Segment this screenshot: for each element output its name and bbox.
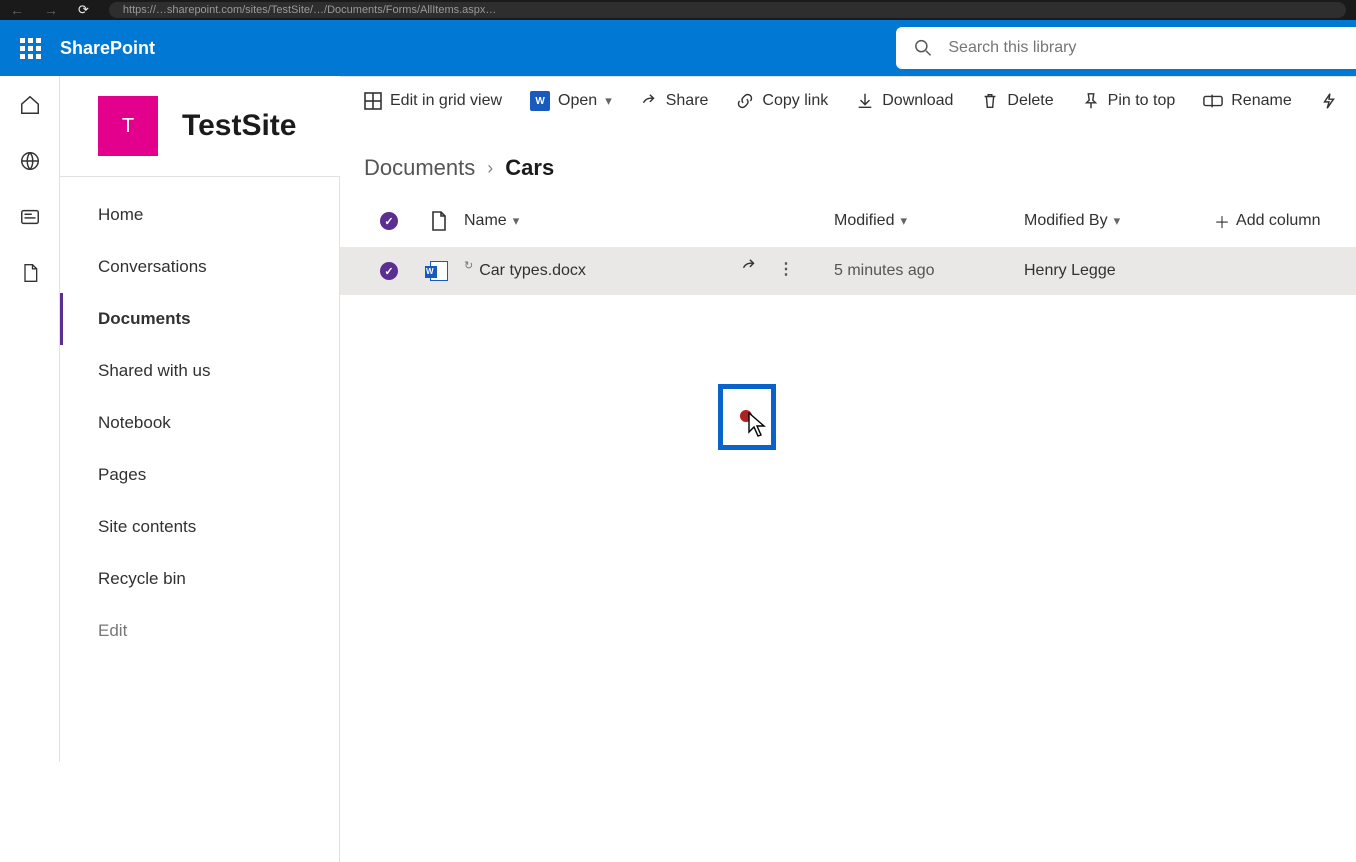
cmd-open[interactable]: W Open ▾ bbox=[530, 91, 612, 111]
plus-icon: ＋ bbox=[1214, 209, 1230, 233]
suite-header: SharePoint bbox=[0, 20, 1356, 76]
suite-title[interactable]: SharePoint bbox=[60, 38, 155, 59]
cmd-copy-link-label: Copy link bbox=[762, 92, 828, 110]
breadcrumb: Documents › Cars bbox=[340, 125, 1356, 195]
news-icon[interactable] bbox=[19, 206, 41, 228]
col-modified-by-label: Modified By bbox=[1024, 212, 1108, 230]
nav-documents[interactable]: Documents bbox=[60, 293, 339, 345]
cmd-open-label: Open bbox=[558, 92, 597, 110]
file-name[interactable]: Car types.docx bbox=[479, 262, 586, 280]
search-box[interactable] bbox=[896, 27, 1356, 69]
cmd-rename[interactable]: Rename bbox=[1203, 92, 1291, 110]
breadcrumb-current: Cars bbox=[505, 155, 554, 181]
site-logo[interactable]: T bbox=[98, 96, 158, 156]
site-header: T TestSite bbox=[60, 76, 340, 176]
table-header: Name ▾ Modified ▾ Modified By ▾ ＋ Add co… bbox=[340, 195, 1356, 247]
nav-site-contents[interactable]: Site contents bbox=[60, 501, 339, 553]
cmd-overflow[interactable] bbox=[1320, 92, 1338, 110]
nav-recycle-bin[interactable]: Recycle bin bbox=[60, 553, 339, 605]
main-content: Edit in grid view W Open ▾ Share Copy li… bbox=[340, 76, 1356, 762]
col-name-label: Name bbox=[464, 212, 507, 230]
nav-home[interactable]: Home bbox=[60, 189, 339, 241]
site-title[interactable]: TestSite bbox=[182, 109, 296, 143]
chevron-down-icon: ▾ bbox=[900, 213, 907, 229]
file-icon bbox=[431, 211, 447, 231]
browser-chrome: ← → ⟳ https://…sharepoint.com/sites/Test… bbox=[0, 0, 1356, 20]
site-nav: Home Conversations Documents Shared with… bbox=[60, 176, 340, 862]
col-name[interactable]: Name ▾ bbox=[464, 212, 834, 230]
col-add[interactable]: ＋ Add column bbox=[1214, 209, 1356, 233]
col-type[interactable] bbox=[414, 211, 464, 231]
cmd-share[interactable]: Share bbox=[640, 92, 709, 110]
nav-notebook[interactable]: Notebook bbox=[60, 397, 339, 449]
word-app-icon: W bbox=[530, 91, 550, 111]
search-icon bbox=[914, 38, 932, 58]
table-row[interactable]: ↻ Car types.docx 5 minutes ago Henry Leg… bbox=[340, 247, 1356, 295]
chevron-right-icon: › bbox=[487, 158, 493, 179]
refresh-icon[interactable]: ⟳ bbox=[78, 2, 89, 18]
waffle-icon bbox=[20, 38, 41, 59]
nav-edit-link[interactable]: Edit bbox=[60, 605, 339, 657]
col-modified-label: Modified bbox=[834, 212, 894, 230]
col-modified-by[interactable]: Modified By ▾ bbox=[1024, 212, 1214, 230]
row-actions: ⋮ bbox=[740, 257, 795, 280]
row-selected-icon[interactable] bbox=[380, 262, 398, 280]
pin-icon bbox=[1082, 92, 1100, 110]
chevron-down-icon: ▾ bbox=[1114, 213, 1121, 229]
share-icon bbox=[640, 92, 658, 110]
cmd-delete[interactable]: Delete bbox=[981, 92, 1053, 110]
nav-shared-with-us[interactable]: Shared with us bbox=[60, 345, 339, 397]
cmd-download-label: Download bbox=[882, 92, 953, 110]
grid-icon bbox=[364, 92, 382, 110]
col-add-label: Add column bbox=[1236, 212, 1321, 230]
url-bar[interactable]: https://…sharepoint.com/sites/TestSite/…… bbox=[109, 2, 1346, 18]
cmd-edit-grid-label: Edit in grid view bbox=[390, 92, 502, 110]
record-indicator-icon bbox=[740, 410, 752, 422]
cmd-share-label: Share bbox=[666, 92, 709, 110]
checkmark-icon bbox=[380, 212, 398, 230]
cmd-pin-label: Pin to top bbox=[1108, 92, 1176, 110]
cmd-pin[interactable]: Pin to top bbox=[1082, 92, 1176, 110]
global-rail bbox=[0, 76, 60, 762]
download-icon bbox=[856, 92, 874, 110]
nav-pages[interactable]: Pages bbox=[60, 449, 339, 501]
file-modified-by[interactable]: Henry Legge bbox=[1024, 262, 1116, 280]
search-input[interactable] bbox=[948, 39, 1338, 57]
link-icon bbox=[736, 92, 754, 110]
back-icon[interactable]: ← bbox=[10, 2, 24, 18]
app-launcher-button[interactable] bbox=[0, 20, 60, 76]
chevron-down-icon: ▾ bbox=[605, 93, 612, 109]
globe-icon[interactable] bbox=[19, 150, 41, 172]
cmd-copy-link[interactable]: Copy link bbox=[736, 92, 828, 110]
row-share-icon[interactable] bbox=[740, 257, 758, 280]
word-file-icon bbox=[430, 261, 448, 281]
site-nav-column: T TestSite Home Conversations Documents … bbox=[60, 76, 340, 762]
col-modified[interactable]: Modified ▾ bbox=[834, 212, 1024, 230]
sync-indicator-icon: ↻ bbox=[464, 259, 473, 272]
cmd-rename-label: Rename bbox=[1231, 92, 1291, 110]
chevron-down-icon: ▾ bbox=[513, 213, 520, 229]
breadcrumb-root[interactable]: Documents bbox=[364, 155, 475, 181]
row-more-icon[interactable]: ⋮ bbox=[778, 259, 795, 279]
trash-icon bbox=[981, 92, 999, 110]
file-modified: 5 minutes ago bbox=[834, 262, 935, 280]
cmd-delete-label: Delete bbox=[1007, 92, 1053, 110]
command-bar: Edit in grid view W Open ▾ Share Copy li… bbox=[340, 77, 1356, 125]
home-icon[interactable] bbox=[19, 94, 41, 116]
files-icon[interactable] bbox=[19, 262, 41, 284]
cmd-edit-grid[interactable]: Edit in grid view bbox=[364, 92, 502, 110]
select-all[interactable] bbox=[364, 212, 414, 230]
automate-icon bbox=[1320, 92, 1338, 110]
forward-icon: → bbox=[44, 2, 58, 18]
nav-conversations[interactable]: Conversations bbox=[60, 241, 339, 293]
rename-icon bbox=[1203, 93, 1223, 109]
cmd-download[interactable]: Download bbox=[856, 92, 953, 110]
